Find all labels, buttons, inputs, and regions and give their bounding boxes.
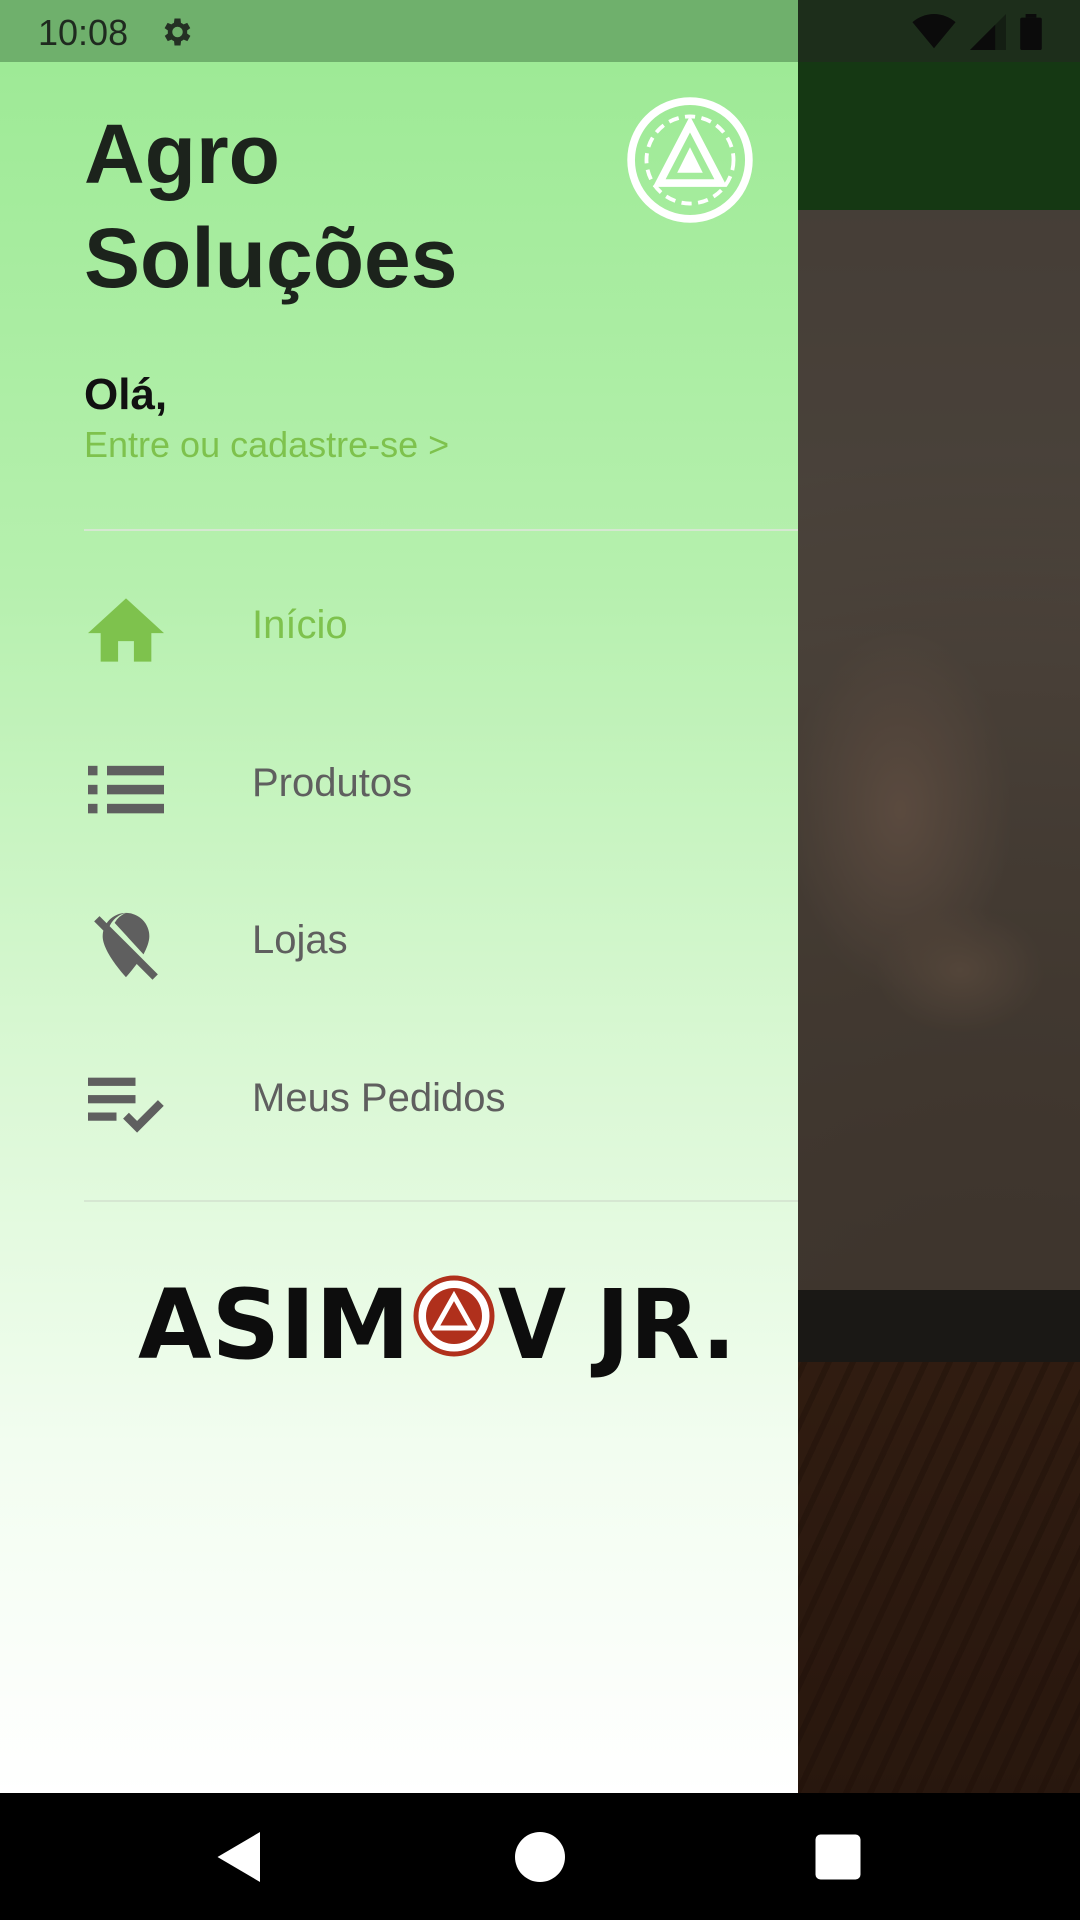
menu-item-meus-pedidos[interactable]: Meus Pedidos: [0, 1026, 798, 1176]
navigation-drawer: Agro Soluções Olá, Entre ou cadastre-se …: [0, 62, 798, 1793]
menu-item-label: Início: [252, 603, 348, 647]
home-nav-icon[interactable]: [510, 1827, 570, 1887]
wifi-icon: [912, 14, 956, 49]
settings-gear-icon: [164, 18, 191, 46]
menu-item-inicio[interactable]: Início: [0, 553, 798, 703]
list-icon: [88, 765, 164, 814]
greeting-text: Olá,: [84, 370, 168, 419]
menu-divider: [84, 1200, 798, 1202]
svg-text:V: V: [498, 1274, 566, 1381]
menu-item-produtos[interactable]: Produtos: [0, 711, 798, 861]
status-time: 10:08: [38, 12, 129, 53]
login-link[interactable]: Entre ou cadastre-se >: [84, 424, 449, 466]
header-divider: [84, 529, 798, 531]
menu-item-lojas[interactable]: Lojas: [0, 868, 798, 1018]
back-icon[interactable]: [210, 1827, 270, 1887]
asimov-logo-icon: [627, 97, 753, 223]
menu-item-label: Meus Pedidos: [252, 1076, 506, 1120]
recents-icon[interactable]: [808, 1827, 868, 1887]
svg-text:JR.: JR.: [590, 1274, 736, 1381]
battery-icon: [1020, 14, 1042, 50]
system-navigation-bar: [0, 1793, 1080, 1920]
home-icon: [88, 598, 164, 662]
status-bar: 10:08: [0, 0, 1080, 62]
svg-text:ASIM: ASIM: [138, 1274, 410, 1381]
menu-item-label: Produtos: [252, 761, 413, 805]
location-off-icon: [94, 912, 158, 980]
app-title: Agro Soluções: [84, 107, 458, 305]
playlist-check-icon: [88, 1077, 164, 1133]
signal-icon: [970, 14, 1006, 50]
menu-item-label: Lojas: [252, 918, 348, 962]
asimov-jr-brand-logo: ASIM V JR.: [138, 1274, 736, 1381]
